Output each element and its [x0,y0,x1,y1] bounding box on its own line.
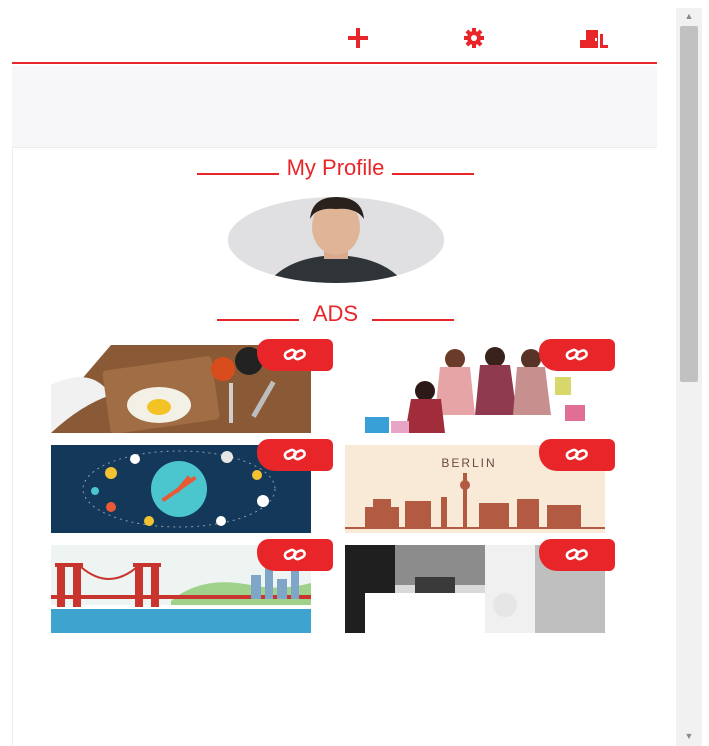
ad-link-button[interactable] [539,439,615,471]
avatar-portrait [228,197,444,283]
vertical-scrollbar[interactable]: ▲ ▼ [676,8,702,746]
profile-card: My Profile ADS BERLIN [12,149,657,746]
logout-button[interactable] [578,26,610,50]
header-band [12,66,657,148]
link-icon [283,348,306,361]
link-icon [283,548,306,561]
link-icon [565,348,588,361]
top-toolbar [12,0,657,64]
profile-heading: My Profile [13,155,658,181]
ad-link-button[interactable] [257,539,333,571]
scroll-down-arrow-icon[interactable]: ▼ [676,728,702,744]
link-icon [283,448,306,461]
add-button[interactable] [342,26,374,50]
heading-line-right [392,173,475,175]
ad-link-button[interactable] [539,539,615,571]
link-icon [565,548,588,561]
heading-line-left [196,173,279,175]
link-icon [565,448,588,461]
plus-icon [348,28,368,48]
settings-button[interactable] [458,26,490,50]
avatar[interactable] [228,197,444,283]
ad-link-button[interactable] [257,439,333,471]
gear-icon [464,28,484,48]
app-window: My Profile ADS BERLIN ▲ ▼ [0,0,709,746]
ad-caption: BERLIN [441,456,496,470]
ad-link-button[interactable] [539,339,615,371]
scrollbar-thumb[interactable] [680,26,698,382]
heading-line-left [216,319,299,321]
ads-title: ADS [312,301,359,326]
ads-heading: ADS [13,301,658,327]
logout-door-icon [580,30,608,48]
profile-title: My Profile [286,155,385,180]
ad-link-button[interactable] [257,339,333,371]
scroll-up-arrow-icon[interactable]: ▲ [676,8,702,24]
heading-line-right [372,319,455,321]
